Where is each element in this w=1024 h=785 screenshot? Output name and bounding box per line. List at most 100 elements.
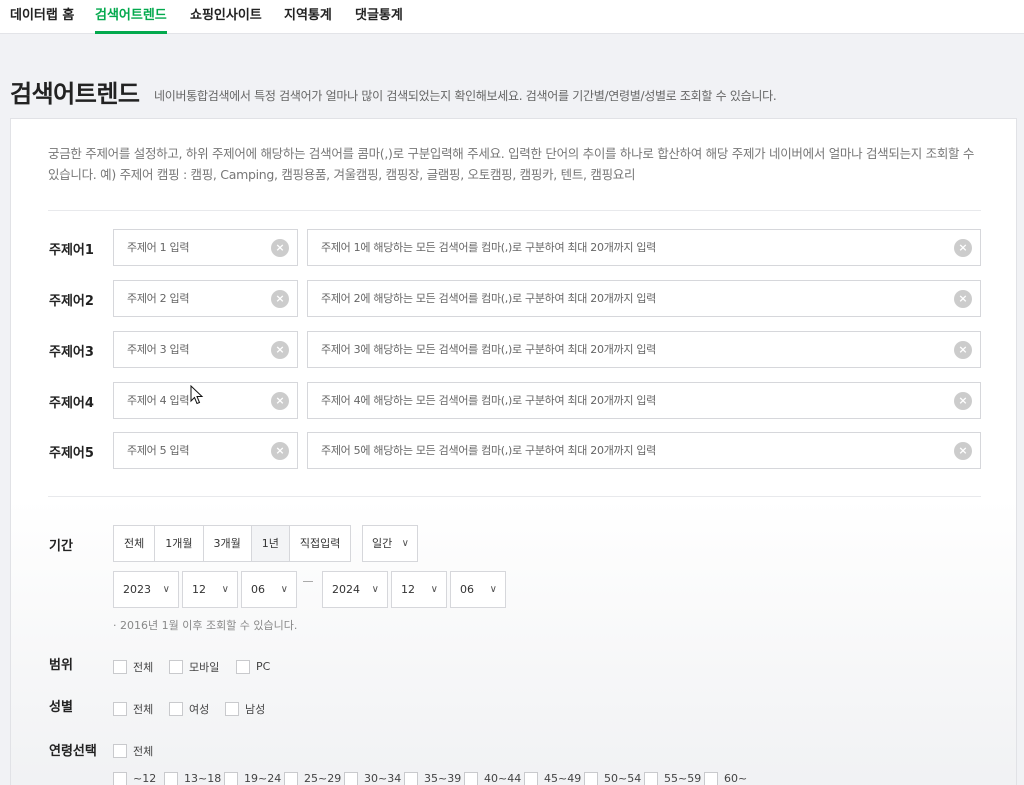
theme-1-topic-field: ×	[113, 229, 298, 266]
scope-all-checkbox[interactable]: 전체	[113, 656, 153, 674]
theme-5-keywords-input[interactable]	[308, 433, 980, 468]
checkbox-icon[interactable]	[113, 659, 127, 674]
scope-pc-checkbox[interactable]: PC	[236, 656, 270, 674]
checkbox-icon[interactable]	[644, 771, 658, 785]
checkbox-label: 13~18	[184, 772, 222, 785]
checkbox-label: 남성	[245, 702, 266, 716]
checkbox-icon[interactable]	[464, 771, 478, 785]
gender-male-checkbox[interactable]: 남성	[225, 698, 266, 716]
checkbox-icon[interactable]	[704, 771, 718, 785]
start-day-select[interactable]: 06 ∨	[241, 571, 297, 608]
age-label: 연령선택	[49, 744, 97, 759]
clear-icon[interactable]: ×	[954, 341, 972, 359]
checkbox-icon[interactable]	[164, 771, 178, 785]
page-title: 검색어트렌드	[10, 80, 140, 108]
theme-1-keywords-input[interactable]	[308, 230, 980, 265]
age-option-checkbox[interactable]: 35~39	[404, 768, 462, 785]
start-day-value: 06	[251, 583, 265, 596]
theme-4-keywords-input[interactable]	[308, 383, 980, 418]
clear-icon[interactable]: ×	[271, 341, 289, 359]
checkbox-label: 35~39	[424, 772, 462, 785]
age-option-checkbox[interactable]: 55~59	[644, 768, 701, 785]
age-option-checkbox[interactable]: ~12	[113, 768, 156, 785]
theme-1-topic-input[interactable]	[114, 230, 297, 265]
checkbox-label: 50~54	[604, 772, 642, 785]
clear-icon[interactable]: ×	[954, 290, 972, 308]
age-option-checkbox[interactable]: 30~34	[344, 768, 401, 785]
checkbox-icon[interactable]	[224, 771, 238, 785]
theme-2-topic-input[interactable]	[114, 281, 297, 316]
theme-label-3: 주제어3	[49, 345, 94, 360]
age-option-checkbox[interactable]: 50~54	[584, 768, 642, 785]
age-option-checkbox[interactable]: 13~18	[164, 768, 222, 785]
checkbox-icon[interactable]	[524, 771, 538, 785]
age-option-checkbox[interactable]: 40~44	[464, 768, 521, 785]
theme-4-topic-input[interactable]	[114, 383, 297, 418]
checkbox-icon[interactable]	[344, 771, 358, 785]
theme-3-keywords-input[interactable]	[308, 332, 980, 367]
checkbox-icon[interactable]	[225, 701, 239, 716]
divider	[48, 210, 981, 211]
end-year-select[interactable]: 2024 ∨	[322, 571, 388, 608]
clear-icon[interactable]: ×	[271, 239, 289, 257]
start-month-value: 12	[192, 583, 206, 596]
start-year-select[interactable]: 2023 ∨	[113, 571, 179, 608]
clear-icon[interactable]: ×	[954, 239, 972, 257]
checkbox-icon[interactable]	[113, 771, 127, 785]
checkbox-label: 전체	[133, 702, 154, 716]
checkbox-icon[interactable]	[284, 771, 298, 785]
theme-3-topic-input[interactable]	[114, 332, 297, 367]
checkbox-icon[interactable]	[236, 659, 250, 674]
interval-select[interactable]: 일간 ∨	[362, 525, 418, 562]
period-custom-button[interactable]: 직접입력	[290, 526, 350, 561]
checkbox-icon[interactable]	[169, 701, 183, 716]
tab-comment-stats[interactable]: 댓글통계	[355, 0, 403, 34]
chevron-down-icon: ∨	[371, 584, 379, 595]
scope-mobile-checkbox[interactable]: 모바일	[169, 656, 219, 674]
tab-search-trend[interactable]: 검색어트렌드	[95, 0, 167, 34]
gender-female-checkbox[interactable]: 여성	[169, 698, 210, 716]
clear-icon[interactable]: ×	[271, 290, 289, 308]
clear-icon[interactable]: ×	[271, 392, 289, 410]
clear-icon[interactable]: ×	[954, 442, 972, 460]
start-month-select[interactable]: 12 ∨	[182, 571, 238, 608]
theme-label-1: 주제어1	[49, 243, 94, 258]
theme-5-topic-input[interactable]	[114, 433, 297, 468]
period-1month-button[interactable]: 1개월	[155, 526, 204, 561]
age-option-checkbox[interactable]: 25~29	[284, 768, 342, 785]
checkbox-label: 전체	[133, 744, 154, 758]
chevron-down-icon: ∨	[401, 538, 409, 549]
theme-2-keywords-field: ×	[307, 280, 981, 317]
checkbox-label: 25~29	[304, 772, 342, 785]
gender-all-checkbox[interactable]: 전체	[113, 698, 154, 716]
age-option-checkbox[interactable]: 19~24	[224, 768, 282, 785]
checkbox-label: 19~24	[244, 772, 282, 785]
end-month-select[interactable]: 12 ∨	[391, 571, 447, 608]
top-nav: 데이터랩 홈 검색어트렌드 쇼핑인사이트 지역통계 댓글통계	[0, 0, 1024, 34]
period-all-button[interactable]: 전체	[114, 526, 156, 561]
tab-datalab-home[interactable]: 데이터랩 홈	[10, 0, 74, 34]
checkbox-label: 여성	[189, 702, 210, 716]
checkbox-icon[interactable]	[169, 659, 183, 674]
checkbox-icon[interactable]	[113, 701, 127, 716]
age-option-checkbox[interactable]: 45~49	[524, 768, 581, 785]
checkbox-icon[interactable]	[404, 771, 418, 785]
date-range-separator	[303, 581, 313, 582]
mouse-cursor-icon	[190, 385, 204, 405]
age-all-checkbox[interactable]: 전체	[113, 740, 154, 758]
clear-icon[interactable]: ×	[954, 392, 972, 410]
tab-regional-stats[interactable]: 지역통계	[284, 0, 332, 34]
clear-icon[interactable]: ×	[271, 442, 289, 460]
age-option-checkbox[interactable]: 60~	[704, 768, 747, 785]
period-1year-button[interactable]: 1년	[251, 526, 290, 561]
checkbox-icon[interactable]	[584, 771, 598, 785]
tab-shopping-insight[interactable]: 쇼핑인사이트	[190, 0, 262, 34]
end-day-value: 06	[460, 583, 474, 596]
theme-2-keywords-input[interactable]	[308, 281, 980, 316]
checkbox-icon[interactable]	[113, 743, 127, 758]
page-description: 네이버통합검색에서 특정 검색어가 얼마나 많이 검색되었는지 확인해보세요. …	[154, 89, 777, 103]
end-day-select[interactable]: 06 ∨	[450, 571, 506, 608]
theme-5-topic-field: ×	[113, 432, 298, 469]
period-preset-group: 전체 1개월 3개월 1년 직접입력	[113, 525, 352, 562]
period-3month-button[interactable]: 3개월	[204, 526, 252, 561]
